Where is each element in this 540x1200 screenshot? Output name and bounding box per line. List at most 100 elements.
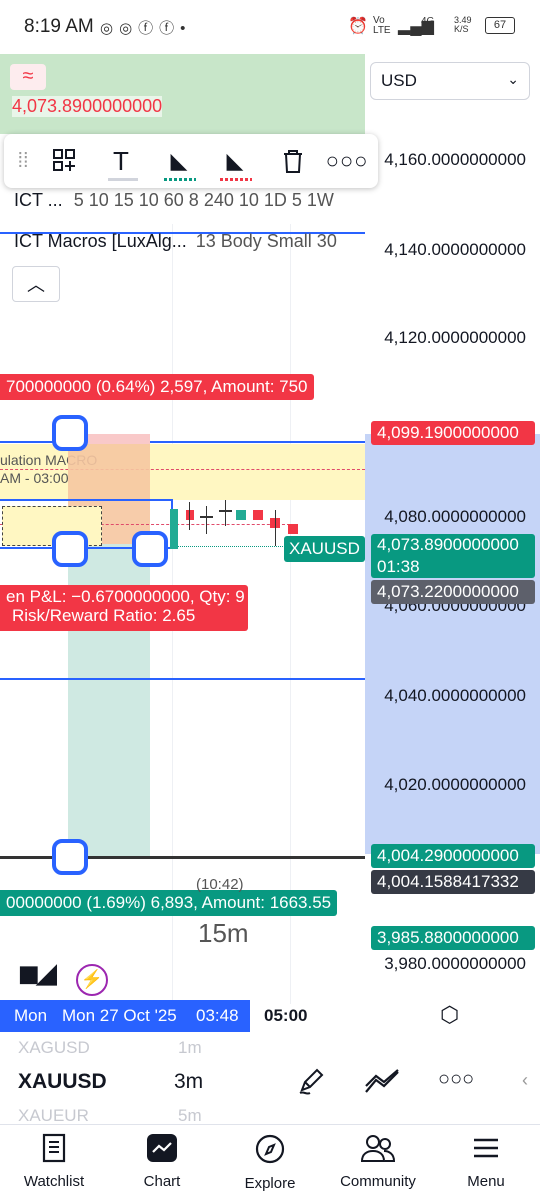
candle <box>288 524 298 534</box>
current-interval[interactable]: 3m <box>174 1070 203 1094</box>
price-tick: 4,160.0000000000 <box>384 150 526 169</box>
stop-price-tag: 4,004.2900000000 <box>371 844 535 868</box>
nav-label: Menu <box>467 1173 505 1190</box>
more-options-icon[interactable]: ○○○ <box>438 1068 474 1091</box>
status-time: 8:19 AM <box>24 16 94 37</box>
symbol-logo-icon: ≈ <box>10 64 46 90</box>
pnl-label: en P&L: −0.6700000000, Qty: 9 Risk/Rewar… <box>0 585 248 631</box>
price-tick: 4,020.0000000000 <box>384 775 526 794</box>
text-color-swatch <box>108 178 138 181</box>
next-symbol[interactable]: XAUEUR <box>18 1106 89 1126</box>
candle <box>186 510 194 520</box>
lightning-icon[interactable]: ⚡ <box>76 964 108 996</box>
trash-icon[interactable] <box>276 144 310 178</box>
text-tool-icon[interactable]: T <box>104 144 138 178</box>
last-price-tag: 4,073.8900000000 01:38 <box>371 534 535 578</box>
nav-chart[interactable]: Chart <box>108 1133 216 1190</box>
entry-right-handle[interactable] <box>132 531 168 567</box>
stop-handle[interactable] <box>52 839 88 875</box>
last-price-value: 4,073.8900000000 <box>377 535 519 554</box>
candle <box>200 516 213 518</box>
price-tick: 4,080.0000000000 <box>384 507 526 526</box>
chart-area[interactable]: ulation MACRO AM - 03:00 700000000 (0.64… <box>0 54 540 1124</box>
price-tick: 4,140.0000000000 <box>384 240 526 259</box>
chart-icon <box>147 1134 177 1162</box>
indicator-row-2[interactable]: ICT Macros [LuxAlg... 13 Body Small 30 <box>14 231 337 252</box>
prev-interval[interactable]: 1m <box>178 1038 202 1058</box>
indicator-1-params: 5 10 15 10 60 8 240 10 1D 5 1W <box>73 190 334 210</box>
indicators-icon[interactable] <box>364 1068 400 1096</box>
price-tick: 3,980.0000000000 <box>384 954 526 973</box>
fill-color-swatch <box>164 178 196 181</box>
fill-bucket-icon[interactable]: ◣ <box>162 144 196 178</box>
candle-wick <box>189 502 190 530</box>
nav-watchlist[interactable]: Watchlist <box>0 1133 108 1190</box>
low-price-tag: 3,985.8800000000 <box>371 926 535 950</box>
indicator-2-params: 13 Body Small 30 <box>195 231 337 251</box>
tradingview-logo: ◼◢ <box>18 958 57 988</box>
candle-wick <box>206 506 207 534</box>
price-tick: 4,120.0000000000 <box>384 328 526 347</box>
candle-wick <box>275 510 276 546</box>
more-icon[interactable]: ○○○ <box>326 144 368 178</box>
bottom-nav: Watchlist Chart Explore Community Menu <box>0 1124 540 1200</box>
profit-zone-top <box>0 54 365 134</box>
nav-label: Explore <box>244 1175 296 1192</box>
line-color-swatch <box>220 178 252 181</box>
chevron-left-icon[interactable]: ‹ <box>522 1070 528 1091</box>
time-label: 03:48 <box>196 1006 239 1025</box>
line-color-icon[interactable]: ◣ <box>218 144 252 178</box>
indicator-1-name: ICT ... <box>14 190 63 210</box>
battery-indicator: 67 <box>485 17 515 34</box>
bar-countdown: 01:38 <box>377 557 420 576</box>
collapse-legend-button[interactable]: ︿ <box>12 266 60 302</box>
nav-label: Chart <box>143 1173 181 1190</box>
watchlist-icon <box>42 1133 66 1163</box>
chevron-up-icon: ︿ <box>27 275 45 295</box>
time-label: Mon <box>14 1006 48 1025</box>
nav-community[interactable]: Community <box>324 1133 432 1190</box>
stop-label: 00000000 (1.69%) 6,893, Amount: 1663.55 <box>0 890 338 916</box>
settings-hex-icon[interactable]: ⬡ <box>440 1002 459 1028</box>
entry-handle[interactable] <box>52 531 88 567</box>
rr-text: Risk/Reward Ratio: 2.65 <box>12 606 196 625</box>
candle <box>253 510 263 520</box>
data-speed: 3.49 K/S <box>454 15 472 34</box>
drag-handle-icon[interactable]: ⁞⁞ <box>6 144 40 178</box>
indicator-2-name: ICT Macros [LuxAlg... <box>14 231 187 251</box>
nav-label: Watchlist <box>23 1173 85 1190</box>
notification-icons: ◎◎ⓕⓕ• <box>100 20 192 37</box>
timer-label: (10:42) <box>196 876 244 893</box>
nav-menu[interactable]: Menu <box>432 1133 540 1190</box>
network-type: 4G <box>421 16 435 27</box>
time-label: Mon 27 Oct '25 <box>62 1006 177 1025</box>
mid-line <box>0 678 365 680</box>
price-tick: 4,040.0000000000 <box>384 686 526 705</box>
interval-watermark: 15m <box>198 918 249 948</box>
volte-indicator: Vo LTE <box>373 15 391 36</box>
last-price-line <box>175 546 285 547</box>
entry-price-tag: 4,073.2200000000 <box>371 580 535 604</box>
time-axis[interactable]: Mon Mon 27 Oct '25 03:48 05:00 ⬡ <box>0 1000 540 1040</box>
nav-explore[interactable]: Explore <box>216 1133 324 1192</box>
community-icon <box>360 1135 396 1162</box>
pnl-text: en P&L: −0.6700000000, Qty: 9 <box>6 587 245 606</box>
status-bar: 8:19 AM ◎◎ⓕⓕ• ⏰ Vo LTE ▂▄▆ 4G 3.49 K/S 6… <box>0 0 540 54</box>
pen-icon[interactable] <box>296 1066 326 1096</box>
grid-plus-icon <box>53 149 75 171</box>
nav-label: Community <box>340 1173 416 1190</box>
next-interval[interactable]: 5m <box>178 1106 202 1126</box>
compass-icon <box>255 1134 285 1164</box>
top-price-label: 4,073.8900000000 <box>12 96 163 117</box>
target-price-tag: 4,099.1900000000 <box>371 421 535 445</box>
prev-symbol[interactable]: XAGUSD <box>18 1038 90 1058</box>
indicator-row-1[interactable]: ICT ... 5 10 15 10 60 8 240 10 1D 5 1W <box>14 190 334 211</box>
grid-line <box>290 224 291 1004</box>
target-label: 700000000 (0.64%) 2,597, Amount: 750 <box>0 374 314 400</box>
time-label: 05:00 <box>264 1006 308 1025</box>
current-symbol[interactable]: XAUUSD <box>18 1070 107 1094</box>
add-object-icon[interactable] <box>48 144 82 178</box>
alarm-icon: ⏰ <box>348 18 368 35</box>
target-handle[interactable] <box>52 415 88 451</box>
drawing-toolbar: ⁞⁞ T ◣ ◣ ○○○ <box>4 134 378 188</box>
